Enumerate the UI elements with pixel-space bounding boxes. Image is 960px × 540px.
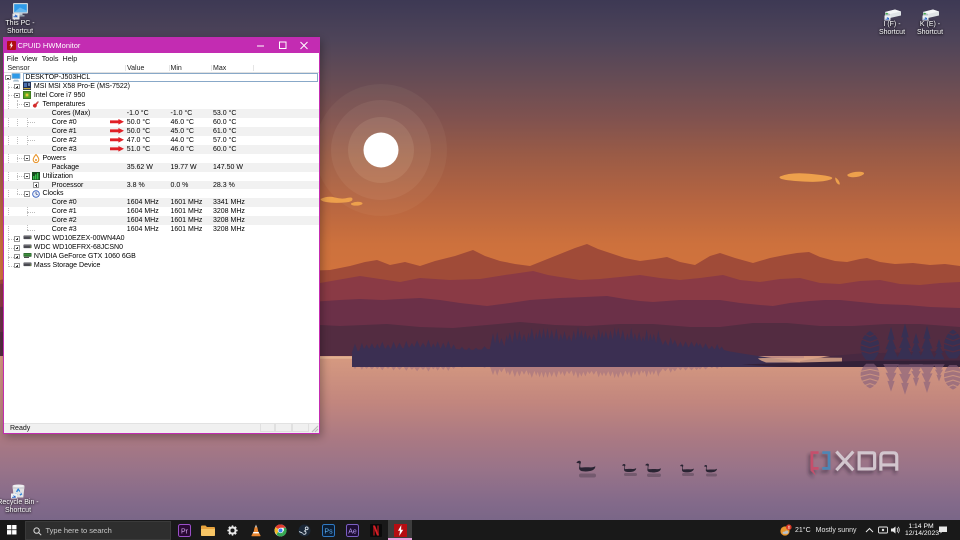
svg-text:Ae: Ae: [348, 528, 357, 535]
svg-text:Ps: Ps: [324, 528, 333, 535]
svg-text:Pr: Pr: [181, 528, 189, 535]
